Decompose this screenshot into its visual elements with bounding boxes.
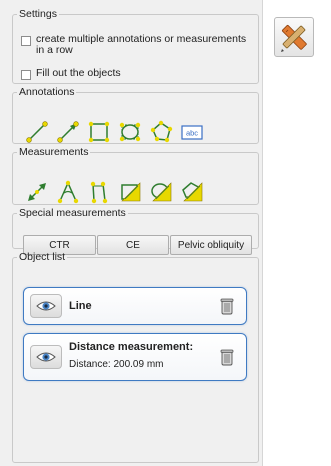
- ellipse-tool-icon[interactable]: [116, 118, 143, 145]
- measurements-group: Measurements: [12, 146, 259, 205]
- object-subtitle: Distance: 200.09 mm: [69, 359, 164, 370]
- svg-text:abc: abc: [185, 128, 197, 137]
- eye-icon: [36, 352, 56, 362]
- polygon-tool-icon[interactable]: [147, 118, 174, 145]
- area-rect-tool-icon[interactable]: [116, 178, 143, 205]
- object-list-item[interactable]: Line: [23, 287, 247, 325]
- multi-annotation-checkbox-row[interactable]: create multiple annotations or measureme…: [21, 34, 256, 56]
- object-list-legend: Object list: [19, 251, 66, 263]
- annotation-panel: Settings create multiple annotations or …: [0, 0, 263, 466]
- trash-icon[interactable]: [220, 297, 234, 315]
- fill-objects-checkbox-row[interactable]: Fill out the objects: [21, 68, 256, 80]
- distance-tool-icon[interactable]: [23, 178, 50, 205]
- measurements-legend: Measurements: [19, 146, 89, 158]
- visibility-toggle-button[interactable]: [30, 294, 62, 318]
- settings-legend: Settings: [19, 8, 57, 20]
- settings-group: Settings create multiple annotations or …: [12, 8, 259, 84]
- line-tool-icon[interactable]: [23, 118, 50, 145]
- arrow-tool-icon[interactable]: [54, 118, 81, 145]
- multi-annotation-label[interactable]: create multiple annotations or measureme…: [36, 34, 256, 56]
- fill-objects-checkbox[interactable]: [21, 70, 31, 80]
- special-measurements-group: Special measurements CTR CE Pelvic obliq…: [12, 207, 259, 255]
- object-list-item[interactable]: Distance measurement: Distance: 200.09 m…: [23, 333, 247, 381]
- special-measurements-legend: Special measurements: [19, 207, 126, 219]
- parallel-tool-icon[interactable]: [85, 178, 112, 205]
- area-ellipse-tool-icon[interactable]: [147, 178, 174, 205]
- rectangle-tool-icon[interactable]: [85, 118, 112, 145]
- trash-icon[interactable]: [220, 348, 234, 366]
- object-title: Line: [69, 300, 92, 312]
- annotations-group: Annotations abc: [12, 86, 259, 144]
- text-tool-icon[interactable]: abc: [178, 118, 205, 145]
- object-title: Distance measurement:: [69, 341, 194, 353]
- angle-tool-icon[interactable]: [54, 178, 81, 205]
- multi-annotation-checkbox[interactable]: [21, 36, 31, 46]
- pencil-ruler-icon: [281, 24, 307, 52]
- visibility-toggle-button[interactable]: [30, 345, 62, 369]
- area-polygon-tool-icon[interactable]: [178, 178, 205, 205]
- eye-icon: [36, 301, 56, 311]
- annotations-legend: Annotations: [19, 86, 75, 98]
- fill-objects-label[interactable]: Fill out the objects: [36, 68, 256, 79]
- annotation-tools-toggle-button[interactable]: [274, 17, 314, 57]
- object-list-group: Object list Line Distance measurement: D…: [12, 251, 259, 463]
